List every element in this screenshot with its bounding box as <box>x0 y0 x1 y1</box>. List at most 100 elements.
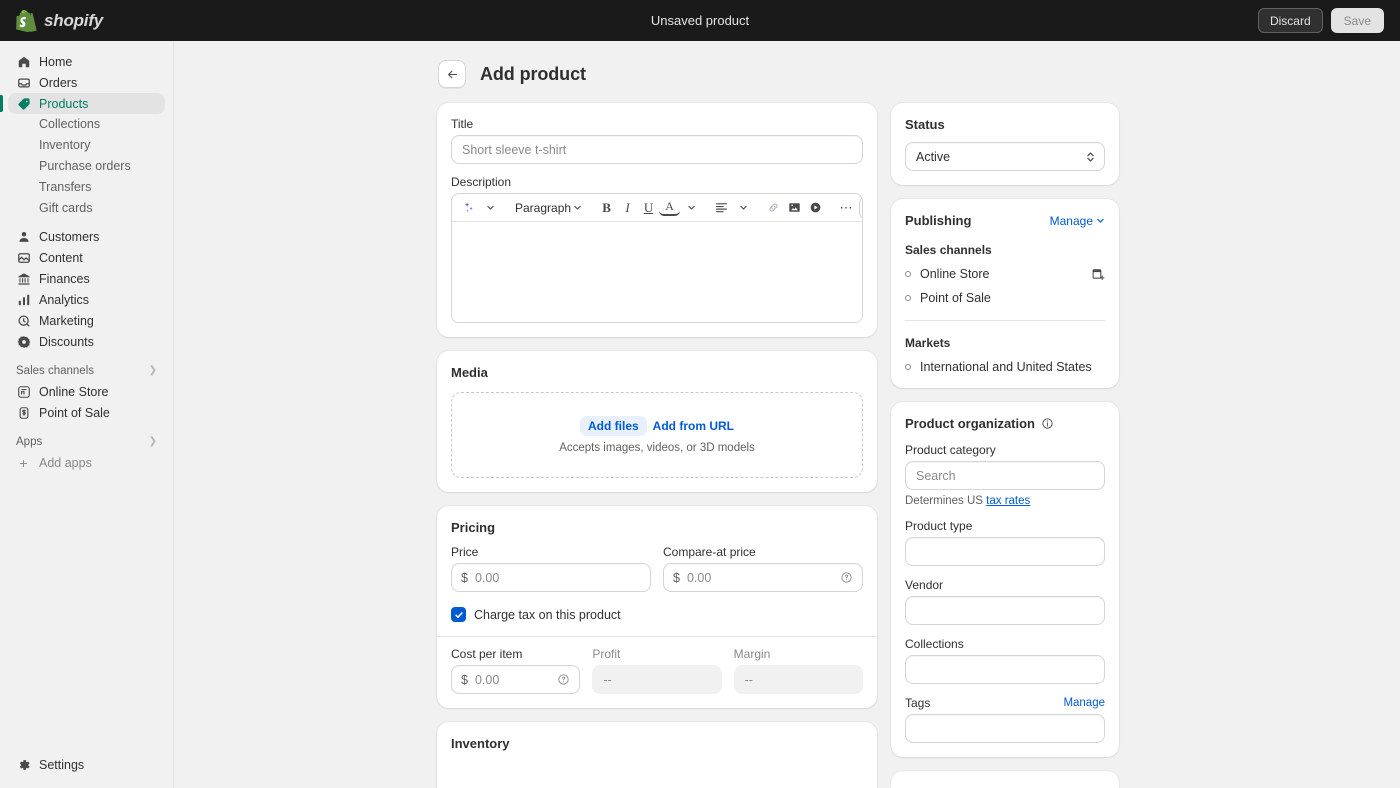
cost-per-item-input[interactable]: $ 0.00 <box>451 665 581 694</box>
profit-label: Profit <box>592 647 621 661</box>
media-dropzone[interactable]: Add files Add from URL Accepts images, v… <box>451 392 863 478</box>
image-icon[interactable] <box>784 197 805 218</box>
media-card: Media Add files Add from URL Accepts ima… <box>437 351 877 492</box>
main-content: Add product Title Description <box>174 41 1400 788</box>
underline-button[interactable]: U <box>638 197 659 218</box>
help-circle-icon[interactable] <box>557 673 570 686</box>
text-color-dropdown-button[interactable] <box>680 197 701 218</box>
description-body[interactable] <box>452 222 862 322</box>
video-icon[interactable] <box>805 197 826 218</box>
save-button[interactable]: Save <box>1330 8 1384 33</box>
sidebar-item-finances[interactable]: Finances <box>8 268 165 289</box>
ai-dropdown-button[interactable] <box>479 197 500 218</box>
sidebar-item-analytics[interactable]: Analytics <box>8 289 165 310</box>
price-label: Price <box>451 545 479 559</box>
sidebar-item-customers[interactable]: Customers <box>8 226 165 247</box>
media-hint: Accepts images, videos, or 3D models <box>559 442 755 454</box>
product-category-help: Determines US tax rates <box>905 495 1105 507</box>
cost-currency: $ <box>461 672 468 687</box>
compare-at-price-input[interactable]: $ 0.00 <box>663 563 863 592</box>
vendor-input[interactable] <box>905 596 1105 625</box>
sidebar-item-content[interactable]: Content <box>8 247 165 268</box>
title-input[interactable] <box>451 135 863 164</box>
product-details-card: Title Description <box>437 103 877 337</box>
pricing-title: Pricing <box>451 520 496 535</box>
charge-tax-checkbox[interactable] <box>451 607 466 622</box>
sidebar-section-apps-label: Apps <box>16 436 43 448</box>
sidebar-item-settings[interactable]: Settings <box>8 754 165 775</box>
tags-manage-link[interactable]: Manage <box>1063 697 1105 709</box>
sidebar-subitem-collections[interactable]: Collections <box>8 114 165 135</box>
organization-title: Product organization <box>905 416 1035 431</box>
publishing-card: Publishing Manage Sales channels Online … <box>891 199 1119 388</box>
sidebar-item-home-label: Home <box>39 54 73 69</box>
add-files-button[interactable]: Add files <box>580 416 647 436</box>
price-input[interactable]: $ 0.00 <box>451 563 651 592</box>
compare-at-price-label: Compare-at price <box>663 545 756 559</box>
sidebar-subitem-transfers[interactable]: Transfers <box>8 177 165 198</box>
customers-icon <box>16 229 31 244</box>
channel-point-of-sale-label: Point of Sale <box>920 291 991 305</box>
sales-channels-label: Sales channels <box>905 243 992 257</box>
tags-input[interactable] <box>905 714 1105 743</box>
sidebar-item-point-of-sale-label: Point of Sale <box>39 405 110 420</box>
margin-label: Margin <box>733 647 771 661</box>
sidebar-item-marketing[interactable]: Marketing <box>8 310 165 331</box>
more-options-icon[interactable]: ⋯ <box>836 197 857 218</box>
sidebar-item-products[interactable]: Products <box>0 93 165 114</box>
vendor-label: Vendor <box>905 578 944 592</box>
sidebar-subitem-inventory[interactable]: Inventory <box>8 135 165 156</box>
product-type-input[interactable] <box>905 537 1105 566</box>
back-button[interactable] <box>438 60 466 88</box>
channel-online-store: Online Store <box>905 267 1105 281</box>
sidebar-item-discounts-label: Discounts <box>39 334 94 349</box>
add-from-url-link[interactable]: Add from URL <box>653 419 734 433</box>
sidebar-item-point-of-sale[interactable]: Point of Sale <box>8 402 165 423</box>
publishing-manage-button[interactable]: Manage <box>1050 214 1105 228</box>
collections-input[interactable] <box>905 655 1105 684</box>
sidebar-section-sales-channels[interactable]: Sales channels ❯ <box>8 361 165 381</box>
product-organization-card: Product organization Product category De… <box>891 402 1119 757</box>
bullet-icon <box>905 271 911 277</box>
pricing-divider <box>437 636 877 637</box>
bold-button[interactable]: B <box>596 197 617 218</box>
sidebar-item-orders[interactable]: Orders <box>8 72 165 93</box>
align-dropdown-button[interactable] <box>732 197 753 218</box>
product-type-label: Product type <box>905 519 973 533</box>
price-value: 0.00 <box>474 570 500 585</box>
plus-icon: + <box>19 454 28 471</box>
code-view-button[interactable]: </> <box>859 196 862 219</box>
product-category-label: Product category <box>905 443 996 457</box>
discard-button[interactable]: Discard <box>1257 8 1323 33</box>
finances-bank-icon <box>16 271 31 286</box>
sidebar-subitem-purchase-orders[interactable]: Purchase orders <box>8 156 165 177</box>
link-icon[interactable] <box>763 197 784 218</box>
product-category-input[interactable] <box>905 461 1105 490</box>
sidebar-item-home[interactable]: Home <box>8 51 165 72</box>
sidebar-subitem-gift-cards[interactable]: Gift cards <box>8 198 165 219</box>
status-select[interactable]: Active <box>905 142 1105 171</box>
publishing-header: Publishing Manage <box>905 213 1105 228</box>
sidebar-item-online-store[interactable]: Online Store <box>8 381 165 402</box>
help-circle-icon[interactable] <box>840 571 853 584</box>
align-icon[interactable] <box>711 197 732 218</box>
ai-sparkle-icon[interactable] <box>458 197 479 218</box>
sidebar-section-apps[interactable]: Apps ❯ <box>8 432 165 452</box>
block-format-select[interactable]: Paragraph <box>510 197 586 218</box>
info-icon[interactable] <box>1041 417 1054 430</box>
bullet-icon <box>905 364 911 370</box>
charge-tax-row: Charge tax on this product <box>451 607 863 622</box>
active-indicator <box>0 95 3 112</box>
sidebar-item-discounts[interactable]: Discounts <box>8 331 165 352</box>
tax-rates-link[interactable]: tax rates <box>986 495 1030 507</box>
sidebar-item-add-apps[interactable]: + Add apps <box>8 452 165 473</box>
collections-label: Collections <box>905 637 964 651</box>
margin-field: Margin -- <box>733 647 863 694</box>
chevron-down-icon <box>739 203 748 212</box>
products-tag-icon <box>16 96 31 111</box>
cost-value: 0.00 <box>474 672 500 687</box>
text-color-button[interactable]: A <box>659 199 681 216</box>
charge-tax-label[interactable]: Charge tax on this product <box>474 608 621 622</box>
schedule-calendar-icon[interactable] <box>1091 267 1105 281</box>
italic-button[interactable]: I <box>617 197 638 218</box>
